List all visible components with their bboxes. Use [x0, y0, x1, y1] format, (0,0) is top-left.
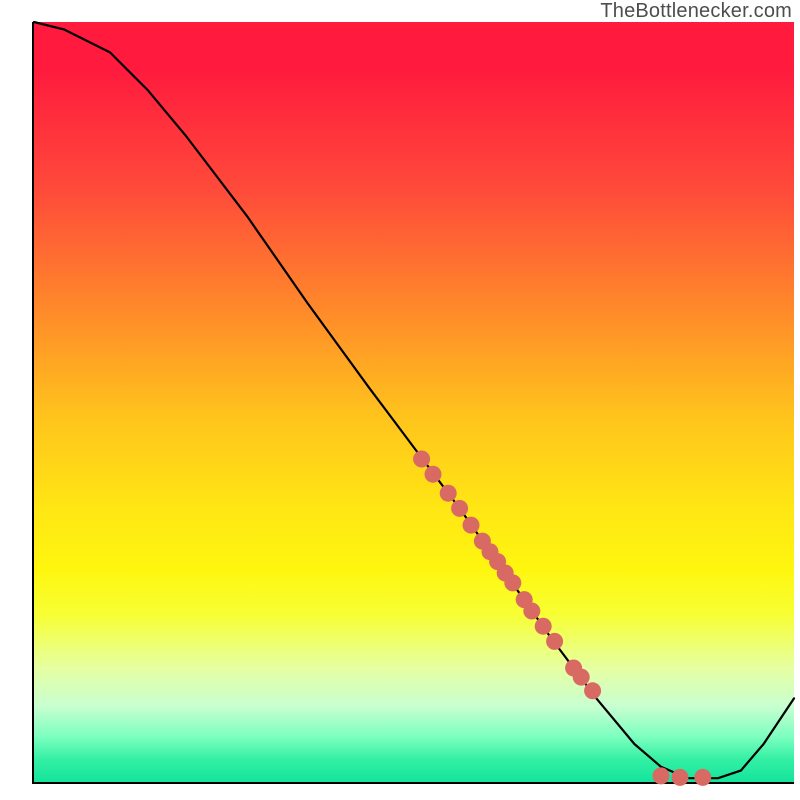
data-point	[451, 500, 468, 517]
data-point	[440, 485, 457, 502]
data-point	[653, 767, 670, 784]
data-point	[694, 769, 711, 786]
data-point	[584, 682, 601, 699]
data-point	[546, 633, 563, 650]
data-point	[425, 466, 442, 483]
chart-stage: TheBottlenecker.com	[0, 0, 800, 800]
data-point	[463, 517, 480, 534]
data-point	[672, 769, 689, 786]
data-point	[523, 603, 540, 620]
chart-overlay-svg	[0, 0, 800, 800]
data-point	[573, 669, 590, 686]
data-point	[535, 618, 552, 635]
data-point	[504, 574, 521, 591]
data-point	[413, 451, 430, 468]
highlighted-points-group	[413, 451, 711, 786]
bottleneck-curve	[34, 22, 794, 778]
attribution-label: TheBottlenecker.com	[600, 0, 792, 23]
